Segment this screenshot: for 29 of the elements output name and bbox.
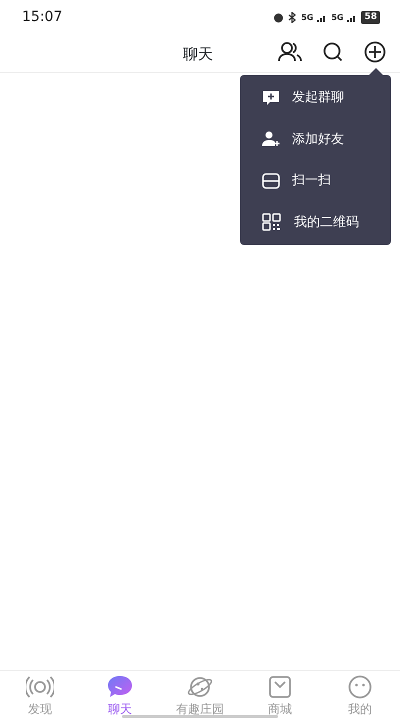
menu-item[interactable]: 扫一扫: [240, 160, 391, 202]
signal-icon: [317, 14, 328, 22]
network-label: 5G: [331, 12, 344, 24]
contacts-icon[interactable]: [278, 41, 302, 63]
menu-item[interactable]: 发起群聊: [240, 77, 391, 118]
planet-icon: [186, 675, 214, 699]
nav-tab[interactable]: 商城: [240, 671, 320, 720]
smiley-icon: [346, 675, 374, 699]
qr-code-icon: [262, 213, 282, 232]
battery-level: 58: [361, 10, 380, 24]
menu-item[interactable]: 我的二维码: [240, 202, 391, 243]
scan-icon: [262, 172, 280, 189]
network-label: 5G: [301, 12, 314, 24]
nav-tab[interactable]: 有趣庄园: [160, 671, 240, 720]
menu-item[interactable]: 添加好友: [240, 118, 391, 160]
add-icon[interactable]: [364, 41, 386, 63]
nav-tab[interactable]: 发现: [0, 671, 80, 720]
chat-bubble-plus-icon: [262, 90, 280, 106]
bluetooth-icon: [288, 12, 298, 23]
shop-icon: [266, 675, 294, 699]
radar-icon: [26, 675, 54, 699]
nav-tab[interactable]: 聊天: [80, 671, 160, 720]
add-person-icon: [262, 131, 280, 148]
signal-icon: [347, 14, 358, 22]
status-time: 15:07: [22, 8, 62, 27]
search-icon[interactable]: [322, 41, 344, 63]
nav-tab[interactable]: 我的: [320, 671, 400, 720]
chat-bubble-icon: [106, 675, 134, 699]
page-title: 聊天: [183, 44, 213, 65]
